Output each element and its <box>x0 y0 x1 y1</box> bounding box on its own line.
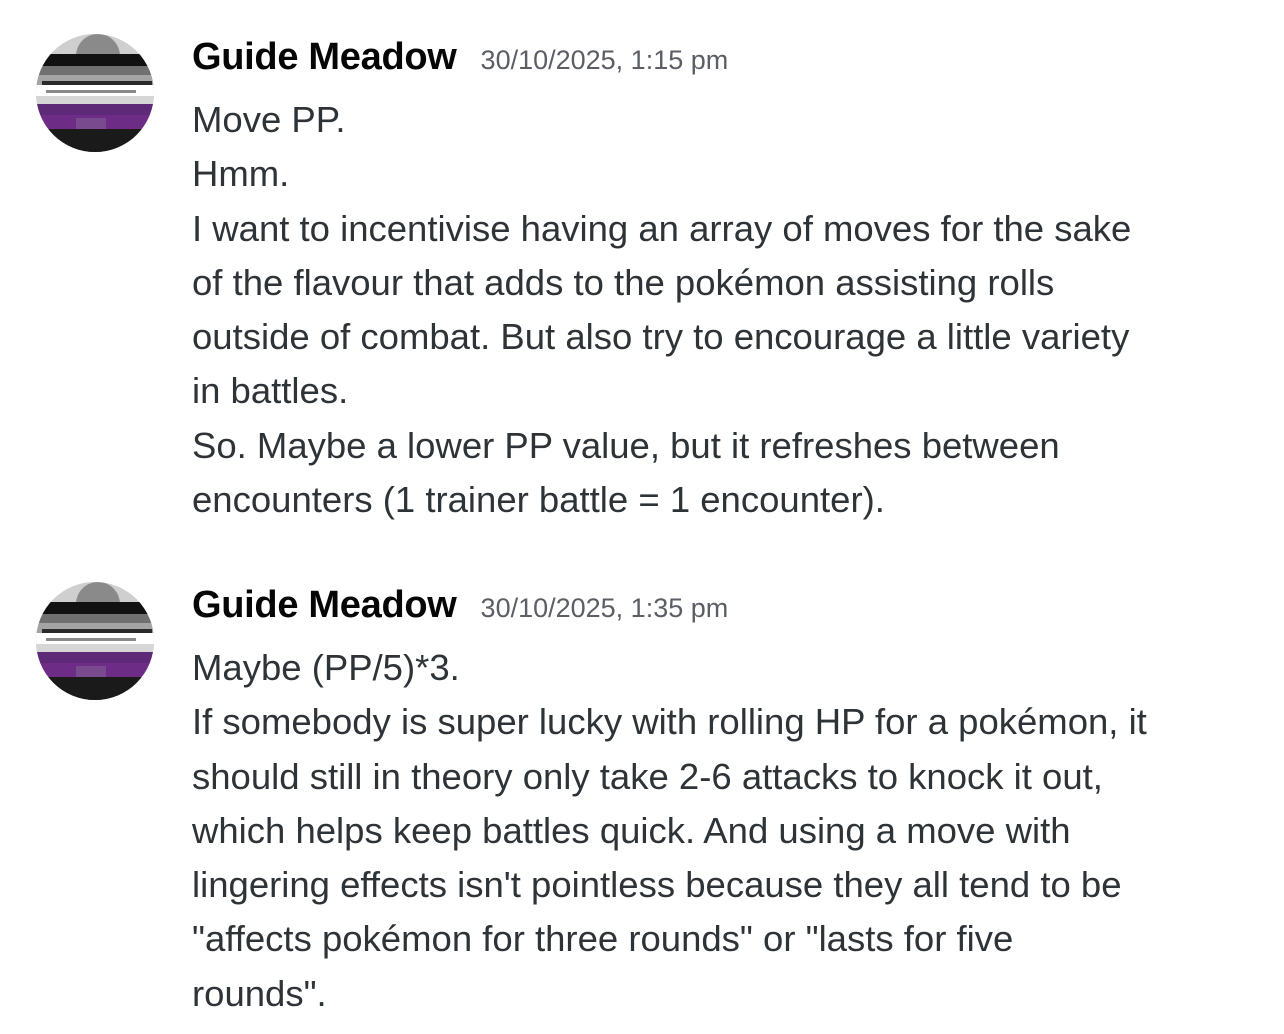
message-line: Move PP. <box>192 99 346 140</box>
timestamp[interactable]: 30/10/2025, 1:15 pm <box>481 45 729 76</box>
user-avatar-icon[interactable] <box>36 582 154 700</box>
message-line: Hmm. <box>192 153 290 195</box>
message-line: Maybe (PP/5)*3. <box>192 647 460 688</box>
message-header: Guide Meadow 30/10/2025, 1:15 pm <box>192 36 728 92</box>
message-line: in battles. <box>192 370 349 412</box>
message-header: Guide Meadow 30/10/2025, 1:35 pm <box>192 584 728 640</box>
message-content: Maybe (PP/5)*3. If somebody is super luc… <box>192 641 1272 1021</box>
message-line: lingering effects isn't pointless becaus… <box>192 864 1122 906</box>
message-line: rounds". <box>192 972 327 1014</box>
message-line: which helps keep battles quick. And usin… <box>192 809 1071 851</box>
message-line: encounters (1 trainer battle = 1 encount… <box>192 479 885 521</box>
username[interactable]: Guide Meadow <box>192 36 457 79</box>
message-line: "affects pokémon for three rounds" or "l… <box>192 918 1014 960</box>
message-content: Move PP. Hmm. I want to incentivise havi… <box>192 93 1272 527</box>
timestamp[interactable]: 30/10/2025, 1:35 pm <box>481 593 729 624</box>
message-line: outside of combat. But also try to encou… <box>192 316 1130 358</box>
username[interactable]: Guide Meadow <box>192 584 457 627</box>
message-line: If somebody is super lucky with rolling … <box>192 701 1147 743</box>
message-line: of the flavour that adds to the pokémon … <box>192 261 1055 303</box>
user-avatar-icon[interactable] <box>36 34 154 152</box>
message-line: I want to incentivise having an array of… <box>192 207 1132 249</box>
message-line: So. Maybe a lower PP value, but it refre… <box>192 424 1060 466</box>
message-line: should still in theory only take 2-6 att… <box>192 755 1103 797</box>
